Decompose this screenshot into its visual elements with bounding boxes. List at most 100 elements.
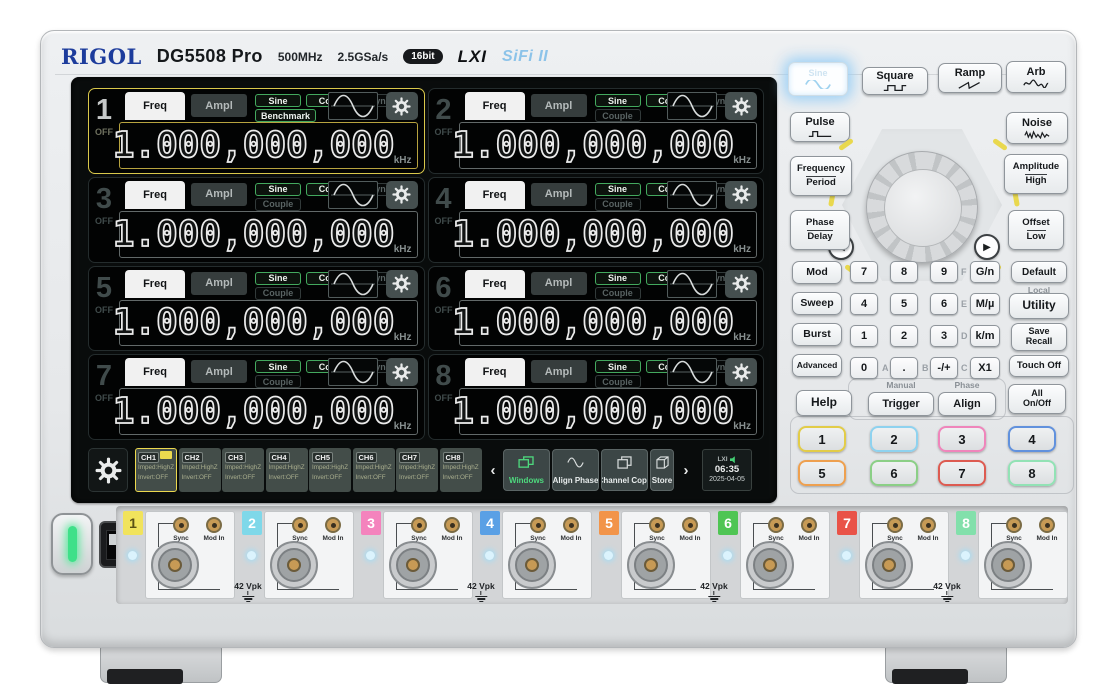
channel-key-6[interactable]: 6 (870, 460, 918, 486)
burst-button[interactable]: Burst (792, 323, 842, 346)
ampl-tab[interactable]: Ampl (531, 94, 587, 117)
key-5[interactable]: 5 (890, 293, 918, 315)
cursor-right-arrow-button[interactable]: ▶ (974, 234, 1000, 260)
sync-out-connector[interactable] (768, 517, 784, 533)
freq-tab[interactable]: Freq (465, 358, 525, 386)
ampl-tab[interactable]: Ampl (191, 94, 247, 117)
sine-button[interactable]: Sine (788, 62, 848, 96)
channel-tile-ch8[interactable]: CH8 Imped:HighZ Invert:OFF (440, 448, 482, 492)
value-display[interactable]: 1.000,000,000 kHz (459, 211, 758, 258)
value-display[interactable]: 1.000,000,000 kHz (119, 300, 418, 347)
align-phase-button[interactable]: Align Phase (552, 449, 599, 491)
value-display[interactable]: 1.000,000,000 kHz (119, 122, 418, 169)
key-sign[interactable]: -/+ (930, 357, 958, 379)
output-bnc-connector[interactable] (389, 541, 437, 589)
channel-key-1[interactable]: 1 (798, 426, 846, 452)
freq-tab[interactable]: Freq (125, 92, 185, 120)
power-button[interactable] (51, 513, 93, 575)
ramp-button[interactable]: Ramp (938, 63, 1002, 93)
channel-panel-4[interactable]: 4 OFF Freq Ampl Sine Cont Sync Couple 1.… (428, 177, 765, 263)
utility-button[interactable]: Utility (1009, 293, 1069, 319)
square-button[interactable]: Square (862, 67, 928, 95)
channel-key-3[interactable]: 3 (938, 426, 986, 452)
channel-settings-gear-icon[interactable] (725, 358, 757, 386)
channel-key-4[interactable]: 4 (1008, 426, 1056, 452)
channel-key-2[interactable]: 2 (870, 426, 918, 452)
channel-tile-ch3[interactable]: CH3 Imped:HighZ Invert:OFF (222, 448, 264, 492)
sweep-button[interactable]: Sweep (792, 292, 842, 315)
mod-in-connector[interactable] (206, 517, 222, 533)
sync-out-connector[interactable] (649, 517, 665, 533)
value-display[interactable]: 1.000,000,000 kHz (459, 300, 758, 347)
ampl-tab[interactable]: Ampl (191, 360, 247, 383)
mod-in-connector[interactable] (801, 517, 817, 533)
rotary-knob[interactable] (866, 151, 978, 263)
channel-panel-1[interactable]: 1 OFF Freq Ampl Sine Cont Sync Benchmark… (88, 88, 425, 174)
channel-panel-3[interactable]: 3 OFF Freq Ampl Sine Cont Sync Couple 1.… (88, 177, 425, 263)
key-4[interactable]: 4 (850, 293, 878, 315)
pulse-button[interactable]: Pulse (790, 112, 850, 142)
advanced-button[interactable]: Advanced (792, 354, 842, 377)
channel-panel-8[interactable]: 8 OFF Freq Ampl Sine Cont Sync Couple 1.… (428, 354, 765, 440)
system-settings-gear-icon[interactable] (88, 448, 128, 492)
ampl-tab[interactable]: Ampl (531, 360, 587, 383)
freq-tab[interactable]: Freq (125, 270, 185, 298)
channel-tile-ch6[interactable]: CH6 Imped:HighZ Invert:OFF (353, 448, 395, 492)
mod-button[interactable]: Mod (792, 261, 842, 284)
key-2[interactable]: 2 (890, 325, 918, 347)
freq-tab[interactable]: Freq (465, 270, 525, 298)
value-display[interactable]: 1.000,000,000 kHz (119, 211, 418, 258)
align-button[interactable]: Align (938, 392, 996, 416)
key-0[interactable]: 0 (850, 357, 878, 379)
sync-out-connector[interactable] (292, 517, 308, 533)
output-bnc-connector[interactable] (746, 541, 794, 589)
amplitude-high-button[interactable]: AmplitudeHigh (1004, 154, 1068, 194)
default-button[interactable]: Default (1011, 261, 1067, 283)
channel-key-5[interactable]: 5 (798, 460, 846, 486)
arb-button[interactable]: Arb (1006, 61, 1066, 93)
channel-tile-ch2[interactable]: CH2 Imped:HighZ Invert:OFF (179, 448, 221, 492)
save-recall-button[interactable]: Save Recall (1011, 323, 1067, 351)
output-bnc-connector[interactable] (865, 541, 913, 589)
channel-settings-gear-icon[interactable] (725, 270, 757, 298)
output-bnc-connector[interactable] (508, 541, 556, 589)
mod-in-connector[interactable] (563, 517, 579, 533)
mod-in-connector[interactable] (444, 517, 460, 533)
channel-tile-ch5[interactable]: CH5 Imped:HighZ Invert:OFF (309, 448, 351, 492)
sync-out-connector[interactable] (1006, 517, 1022, 533)
freq-tab[interactable]: Freq (125, 358, 185, 386)
channel-key-8[interactable]: 8 (1008, 460, 1056, 486)
output-bnc-connector[interactable] (270, 541, 318, 589)
value-display[interactable]: 1.000,000,000 kHz (459, 122, 758, 169)
ampl-tab[interactable]: Ampl (191, 272, 247, 295)
channel-panel-7[interactable]: 7 OFF Freq Ampl Sine Cont Sync Couple 1.… (88, 354, 425, 440)
mod-in-connector[interactable] (682, 517, 698, 533)
touch-off-button[interactable]: Touch Off (1009, 355, 1069, 377)
key-k-m[interactable]: k/m (970, 325, 1000, 347)
channel-tile-ch4[interactable]: CH4 Imped:HighZ Invert:OFF (266, 448, 308, 492)
ampl-tab[interactable]: Ampl (191, 183, 247, 206)
value-display[interactable]: 1.000,000,000 kHz (459, 388, 758, 435)
store-button[interactable]: Store (650, 449, 674, 491)
scroll-left-chevron-icon[interactable]: ‹ (486, 462, 500, 479)
channel-settings-gear-icon[interactable] (725, 92, 757, 120)
channel-panel-2[interactable]: 2 OFF Freq Ampl Sine Cont Sync Couple 1.… (428, 88, 765, 174)
scroll-right-chevron-icon[interactable]: › (679, 462, 693, 479)
noise-button[interactable]: Noise (1006, 112, 1068, 144)
freq-tab[interactable]: Freq (465, 92, 525, 120)
output-bnc-connector[interactable] (151, 541, 199, 589)
channel-panel-6[interactable]: 6 OFF Freq Ampl Sine Cont Sync Couple 1.… (428, 266, 765, 352)
ampl-tab[interactable]: Ampl (531, 183, 587, 206)
channel-settings-gear-icon[interactable] (386, 358, 418, 386)
help-button[interactable]: Help (796, 390, 852, 416)
key-m-µ[interactable]: M/µ (970, 293, 1000, 315)
channel-tile-ch1[interactable]: CH1 Imped:HighZ Invert:OFF (135, 448, 177, 492)
channel-settings-gear-icon[interactable] (386, 92, 418, 120)
channel-settings-gear-icon[interactable] (386, 181, 418, 209)
phase-delay-button[interactable]: PhaseDelay (790, 210, 850, 250)
windows-button[interactable]: Windows (503, 449, 550, 491)
mod-in-connector[interactable] (920, 517, 936, 533)
key-7[interactable]: 7 (850, 261, 878, 283)
value-display[interactable]: 1.000,000,000 kHz (119, 388, 418, 435)
freq-tab[interactable]: Freq (465, 181, 525, 209)
